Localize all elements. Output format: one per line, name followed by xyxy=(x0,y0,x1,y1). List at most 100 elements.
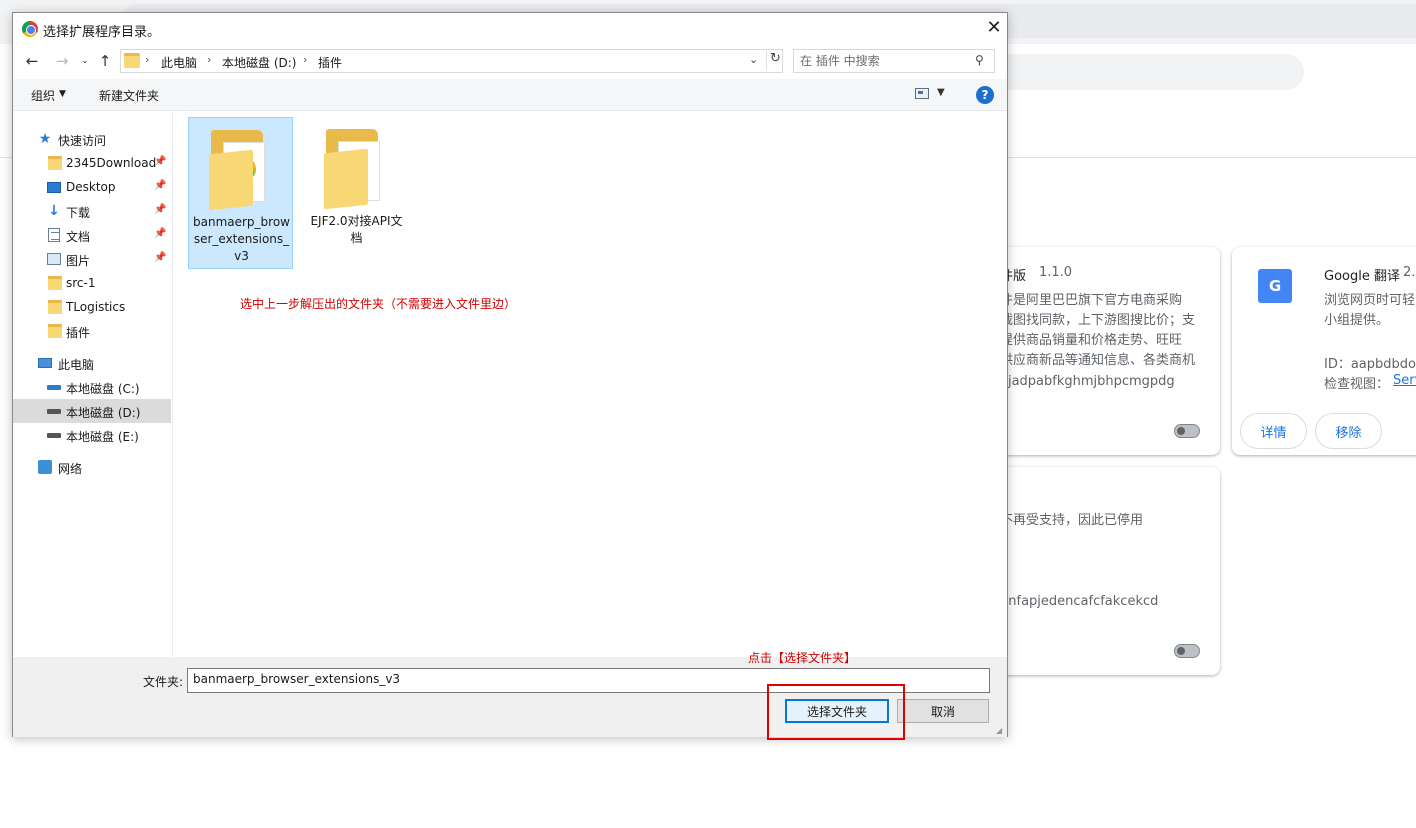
nav-label: src-1 xyxy=(66,276,96,290)
document-icon xyxy=(48,228,60,242)
back-arrow-icon[interactable]: ← xyxy=(22,51,42,71)
nav-network[interactable]: 网络 xyxy=(13,455,171,479)
computer-icon xyxy=(38,358,52,368)
desktop-icon xyxy=(47,182,61,193)
chevron-down-icon[interactable]: ▼ xyxy=(937,87,945,98)
nav-quick-access[interactable]: ★ 快速访问 xyxy=(13,127,171,151)
recent-dropdown-icon[interactable]: ⌄ xyxy=(75,51,95,71)
extension-desc-line: 提供商品销量和价格走势、旺旺 xyxy=(1000,333,1183,348)
extension-toggle[interactable] xyxy=(1174,644,1200,658)
navigation-row: ← → ⌄ ↑ › 此电脑 › 本地磁盘 (D:) › 插件 ⌄ ↻ ⚲ xyxy=(13,45,1007,77)
folder-icon xyxy=(209,128,269,211)
inspect-views-label: 检查视图： xyxy=(1324,377,1390,392)
dialog-titlebar: 选择扩展程序目录。 ✕ xyxy=(13,13,1007,45)
view-mode-icon[interactable] xyxy=(915,88,929,99)
inspect-views-link[interactable]: Serv xyxy=(1393,373,1416,388)
extension-version: 2.0 xyxy=(1403,265,1416,280)
folder-icon xyxy=(48,276,62,290)
nav-label: 此电脑 xyxy=(58,358,95,372)
pin-icon: 📌 xyxy=(154,156,167,167)
nav-label: 文档 xyxy=(66,230,91,244)
nav-label: 插件 xyxy=(66,326,91,340)
close-icon[interactable]: ✕ xyxy=(983,17,1005,39)
breadcrumb-this-pc[interactable]: 此电脑 xyxy=(161,54,197,71)
nav-item-documents[interactable]: 文档 📌 xyxy=(13,223,171,247)
folder-icon xyxy=(48,300,62,314)
help-icon[interactable]: ? xyxy=(976,86,994,104)
nav-drive-c[interactable]: 本地磁盘 (C:) xyxy=(13,375,171,399)
extension-desc-line: 小组提供。 xyxy=(1324,313,1390,328)
pin-icon: 📌 xyxy=(154,252,167,263)
google-translate-icon: G xyxy=(1258,269,1292,303)
network-icon xyxy=(38,460,52,474)
extension-desc-line: 浏览网页时可轻 xyxy=(1324,293,1416,308)
folder-icon xyxy=(124,53,140,68)
nav-item-tlogistics[interactable]: TLogistics xyxy=(13,295,171,319)
nav-this-pc[interactable]: 此电脑 xyxy=(13,351,171,375)
nav-item-2345download[interactable]: 2345Download 📌 xyxy=(13,151,171,175)
extension-desc-line: 载图找同款，上下游图搜比价；支 xyxy=(1000,313,1196,328)
dialog-title: 选择扩展程序目录。 xyxy=(43,25,161,40)
select-folder-dialog: 选择扩展程序目录。 ✕ ← → ⌄ ↑ › 此电脑 › 本地磁盘 (D:) › … xyxy=(12,12,1008,737)
chevron-down-icon[interactable]: ▼ xyxy=(59,89,66,99)
breadcrumb-plugins[interactable]: 插件 xyxy=(318,54,342,71)
pane-divider xyxy=(172,112,173,657)
resize-grip-icon[interactable]: ◢ xyxy=(996,726,1006,736)
extension-title: Google 翻译 xyxy=(1324,269,1400,284)
organize-menu[interactable]: 组织 xyxy=(31,87,55,104)
extensions-search[interactable] xyxy=(980,54,1304,90)
search-input[interactable] xyxy=(800,53,970,69)
details-button[interactable]: 详情 xyxy=(1240,413,1307,449)
nav-item-src-1[interactable]: src-1 xyxy=(13,271,171,295)
pin-icon: 📌 xyxy=(154,204,167,215)
chevron-right-icon: › xyxy=(207,53,212,66)
drive-icon xyxy=(47,433,61,438)
folder-icon xyxy=(48,324,62,338)
nav-item-plugins[interactable]: 插件 xyxy=(13,319,171,343)
chevron-down-icon[interactable]: ⌄ xyxy=(749,53,758,66)
nav-item-downloads[interactable]: ↓ 下载 📌 xyxy=(13,199,171,223)
folder-item[interactable]: EJF2.0对接API文档 xyxy=(304,117,409,269)
nav-drive-d[interactable]: 本地磁盘 (D:) xyxy=(13,399,171,423)
extension-desc-line: 不再受支持，因此已停用 xyxy=(1000,513,1144,528)
nav-item-pictures[interactable]: 图片 📌 xyxy=(13,247,171,271)
address-breadcrumb[interactable]: › 此电脑 › 本地磁盘 (D:) › 插件 ⌄ ↻ xyxy=(120,49,783,73)
nav-label: Desktop xyxy=(66,180,116,194)
drive-icon xyxy=(47,409,61,414)
remove-button[interactable]: 移除 xyxy=(1315,413,1382,449)
extension-desc-line: 件是阿里巴巴旗下官方电商采购 xyxy=(1000,293,1183,308)
click-hint-annotation: 点击【选择文件夹】 xyxy=(748,651,857,665)
folder-name: EJF2.0对接API文档 xyxy=(310,214,403,245)
extension-toggle[interactable] xyxy=(1174,424,1200,438)
new-folder-button[interactable]: 新建文件夹 xyxy=(99,87,159,104)
breadcrumb-drive-d[interactable]: 本地磁盘 (D:) xyxy=(222,54,296,71)
refresh-icon[interactable]: ↻ xyxy=(766,51,782,71)
extension-id: ID：aapbdbdom xyxy=(1324,357,1416,372)
cancel-button[interactable]: 取消 xyxy=(897,699,989,723)
folder-item[interactable]: banmaerp_browser_extensions_v3 xyxy=(188,117,293,269)
nav-label: 快速访问 xyxy=(58,134,107,148)
nav-drive-e[interactable]: 本地磁盘 (E:) xyxy=(13,423,171,447)
star-icon: ★ xyxy=(38,131,52,147)
chrome-icon xyxy=(22,21,38,37)
search-icon[interactable]: ⚲ xyxy=(975,53,984,67)
extension-id: ojadpabfkghmjbhpcmgpdg xyxy=(1000,374,1175,389)
pin-icon: 📌 xyxy=(154,228,167,239)
highlight-box xyxy=(767,684,905,740)
chevron-right-icon: › xyxy=(303,53,308,66)
folder-field-label: 文件夹: xyxy=(143,675,184,689)
nav-item-desktop[interactable]: Desktop 📌 xyxy=(13,175,171,199)
forward-arrow-icon[interactable]: → xyxy=(52,51,72,71)
file-list: banmaerp_browser_extensions_v3 EJF2.0对接A… xyxy=(174,112,1007,657)
nav-label: 本地磁盘 (C:) xyxy=(66,382,140,396)
extension-card-2: G Google 翻译 2.0 浏览网页时可轻 小组提供。 ID：aapbdbd… xyxy=(1232,247,1416,455)
up-arrow-icon[interactable]: ↑ xyxy=(95,51,115,71)
nav-label: 本地磁盘 (E:) xyxy=(66,430,139,444)
download-icon: ↓ xyxy=(48,203,60,219)
nav-label: 2345Download xyxy=(66,156,157,170)
nav-label: 图片 xyxy=(66,254,91,268)
search-box[interactable]: ⚲ xyxy=(793,49,995,73)
extension-version: 1.1.0 xyxy=(1039,265,1073,280)
command-bar: 组织 ▼ 新建文件夹 ▼ ? xyxy=(13,79,1007,111)
folder-icon xyxy=(48,156,62,170)
